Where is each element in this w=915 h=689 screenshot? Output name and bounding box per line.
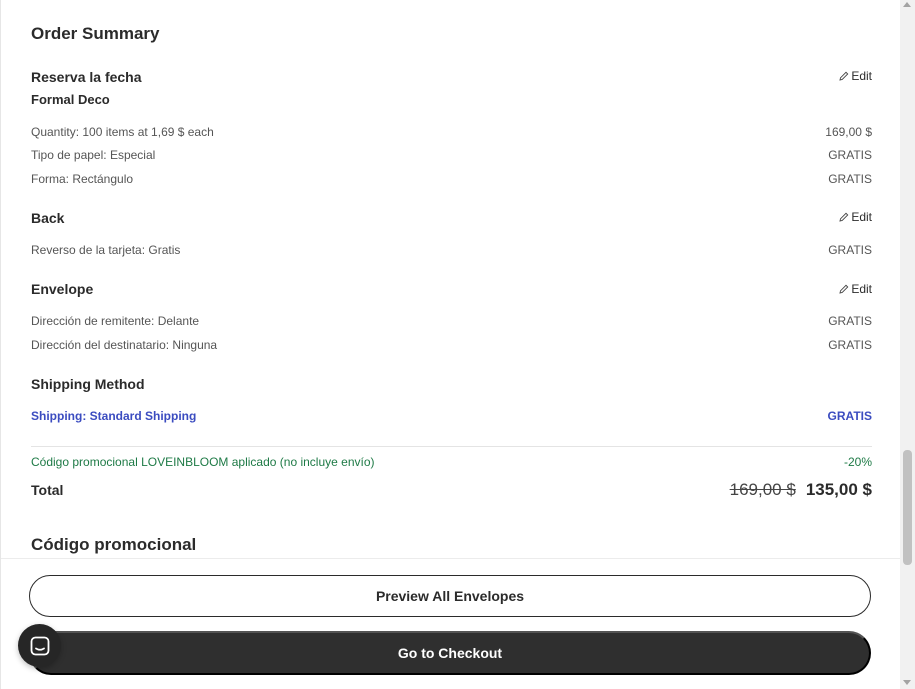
chat-launcher-button[interactable] — [18, 624, 61, 667]
line-item-label: Tipo de papel: Especial — [31, 148, 156, 162]
line-item: Tipo de papel: Especial GRATIS — [31, 148, 872, 162]
promo-section-title: Código promocional — [31, 535, 197, 554]
line-item-label: Quantity: 100 items at 1,69 $ each — [31, 125, 214, 139]
shipping-label: Shipping: Standard Shipping — [31, 409, 197, 423]
line-item: Reverso de la tarjeta: Gratis GRATIS — [31, 243, 872, 257]
line-item-value: GRATIS — [828, 172, 872, 186]
line-item-value: GRATIS — [828, 338, 872, 352]
envelope-section-title: Envelope — [31, 281, 94, 297]
line-item-value: GRATIS — [828, 314, 872, 328]
edit-label: Edit — [851, 69, 872, 83]
go-to-checkout-button[interactable]: Go to Checkout — [29, 631, 871, 675]
product-name: Reserva la fecha — [31, 69, 142, 85]
line-item-label: Dirección del destinatario: Ninguna — [31, 338, 218, 352]
discounted-price: 135,00 $ — [805, 480, 872, 499]
line-item: Forma: Rectángulo GRATIS — [31, 172, 872, 186]
original-price: 169,00 $ — [729, 480, 796, 499]
shipping-value: GRATIS — [827, 409, 872, 423]
pencil-icon — [839, 212, 849, 222]
chat-icon — [30, 636, 49, 655]
scroll-down-arrow-icon[interactable] — [903, 680, 911, 685]
line-item-value: GRATIS — [828, 243, 872, 257]
line-item-label: Dirección de remitente: Delante — [31, 314, 200, 328]
divider — [31, 446, 872, 447]
shipping-row: Shipping: Standard Shipping GRATIS — [31, 409, 872, 423]
line-item: Dirección de remitente: Delante GRATIS — [31, 314, 872, 328]
scrollbar-thumb[interactable] — [903, 450, 912, 565]
pencil-icon — [839, 284, 849, 294]
line-item-label: Reverso de la tarjeta: Gratis — [31, 243, 181, 257]
shipping-section-title: Shipping Method — [31, 376, 145, 392]
scrollbar-track[interactable] — [900, 0, 915, 689]
edit-envelope-button[interactable]: Edit — [839, 282, 872, 296]
promo-applied-label: Código promocional LOVEINBLOOM aplicado … — [31, 455, 375, 469]
line-item: Dirección del destinatario: Ninguna GRAT… — [31, 338, 872, 352]
line-item-label: Forma: Rectángulo — [31, 172, 134, 186]
pencil-icon — [839, 71, 849, 81]
total-values: 169,00 $ 135,00 $ — [730, 480, 872, 500]
line-item-value: 169,00 $ — [825, 125, 872, 139]
edit-label: Edit — [851, 282, 872, 296]
page-title: Order Summary — [31, 24, 160, 43]
line-item: Quantity: 100 items at 1,69 $ each 169,0… — [31, 125, 872, 139]
product-variant: Formal Deco — [31, 92, 110, 107]
line-item-value: GRATIS — [828, 148, 872, 162]
edit-back-button[interactable]: Edit — [839, 210, 872, 224]
scroll-up-arrow-icon[interactable] — [903, 2, 911, 7]
preview-all-envelopes-button[interactable]: Preview All Envelopes — [29, 575, 871, 617]
back-section-title: Back — [31, 210, 65, 226]
edit-label: Edit — [851, 210, 872, 224]
promo-discount-value: -20% — [843, 455, 872, 469]
total-label: Total — [31, 482, 64, 498]
edit-product-button[interactable]: Edit — [839, 69, 872, 83]
promo-applied-row: Código promocional LOVEINBLOOM aplicado … — [31, 455, 872, 469]
